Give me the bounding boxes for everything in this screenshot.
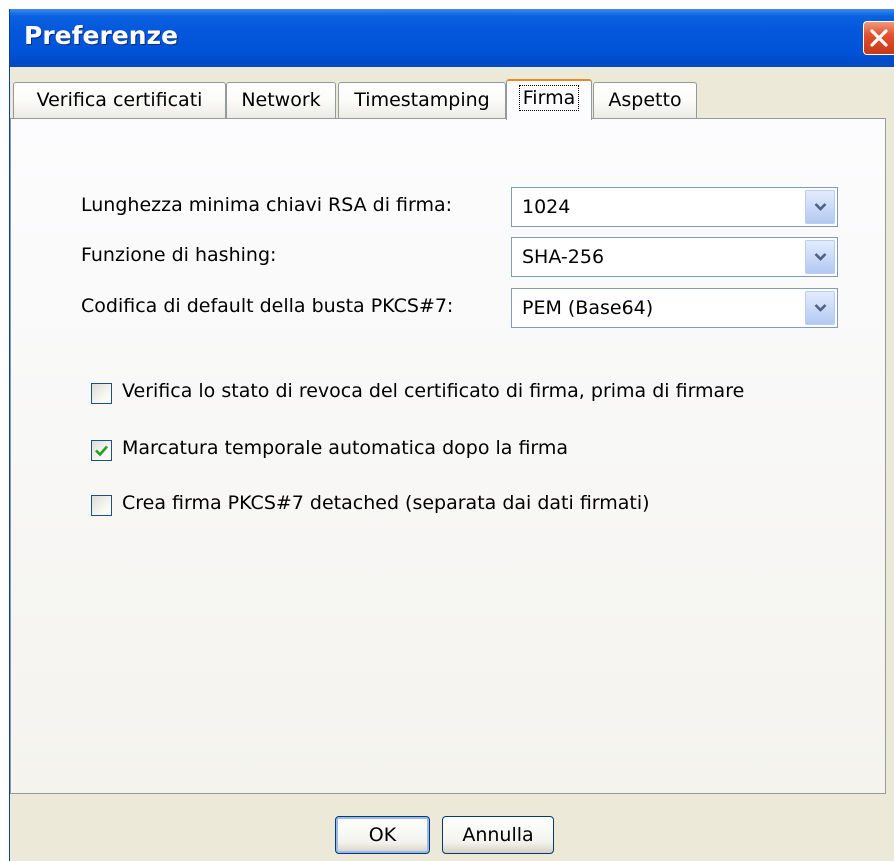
chevron-down-icon [814,304,827,312]
rsa-min-length-label: Lunghezza minima chiavi RSA di firma: [81,194,453,216]
tab-verifica-certificati[interactable]: Verifica certificati [13,82,226,118]
hashing-label: Funzione di hashing: [81,244,277,266]
close-button[interactable] [863,21,894,55]
tab-network[interactable]: Network [226,82,336,118]
hashing-value: SHA-256 [522,246,605,268]
chevron-down-icon [814,253,827,261]
pkcs7-encoding-value: PEM (Base64) [522,297,654,319]
pkcs7-encoding-dropdown-button[interactable] [805,291,835,325]
pkcs7-encoding-label: Codifica di default della busta PKCS#7: [81,295,454,317]
rsa-min-length-value: 1024 [522,196,571,218]
rsa-min-length-select[interactable]: 1024 [511,187,838,227]
ok-button[interactable]: OK [335,816,430,854]
pkcs7-encoding-select[interactable]: PEM (Base64) [511,288,838,328]
cancel-button[interactable]: Annulla [442,816,554,854]
window-title: Preferenze [24,21,179,50]
tab-timestamping[interactable]: Timestamping [338,82,506,118]
title-bar[interactable]: Preferenze [10,9,894,67]
tab-strip: Verifica certificati Network Timestampin… [10,79,894,120]
tab-aspetto[interactable]: Aspetto [593,82,697,118]
chevron-down-icon [814,203,827,211]
checkmark-icon [95,445,108,457]
detached-signature-label[interactable]: Crea firma PKCS#7 detached (separata dai… [122,492,650,514]
auto-timestamp-checkbox[interactable] [91,440,112,461]
auto-timestamp-label[interactable]: Marcatura temporale automatica dopo la f… [122,437,568,459]
preferences-dialog: Preferenze Verifica certificati Network … [9,9,894,861]
hashing-dropdown-button[interactable] [805,240,835,274]
rsa-min-length-dropdown-button[interactable] [805,190,835,224]
tab-panel-firma: Lunghezza minima chiavi RSA di firma: 10… [10,118,886,794]
revocation-check-label[interactable]: Verifica lo stato di revoca del certific… [122,380,744,402]
hashing-select[interactable]: SHA-256 [511,237,838,277]
revocation-checkbox[interactable] [91,383,112,404]
tab-firma[interactable]: Firma [506,79,592,120]
detached-signature-checkbox[interactable] [91,495,112,516]
close-icon [870,29,888,47]
